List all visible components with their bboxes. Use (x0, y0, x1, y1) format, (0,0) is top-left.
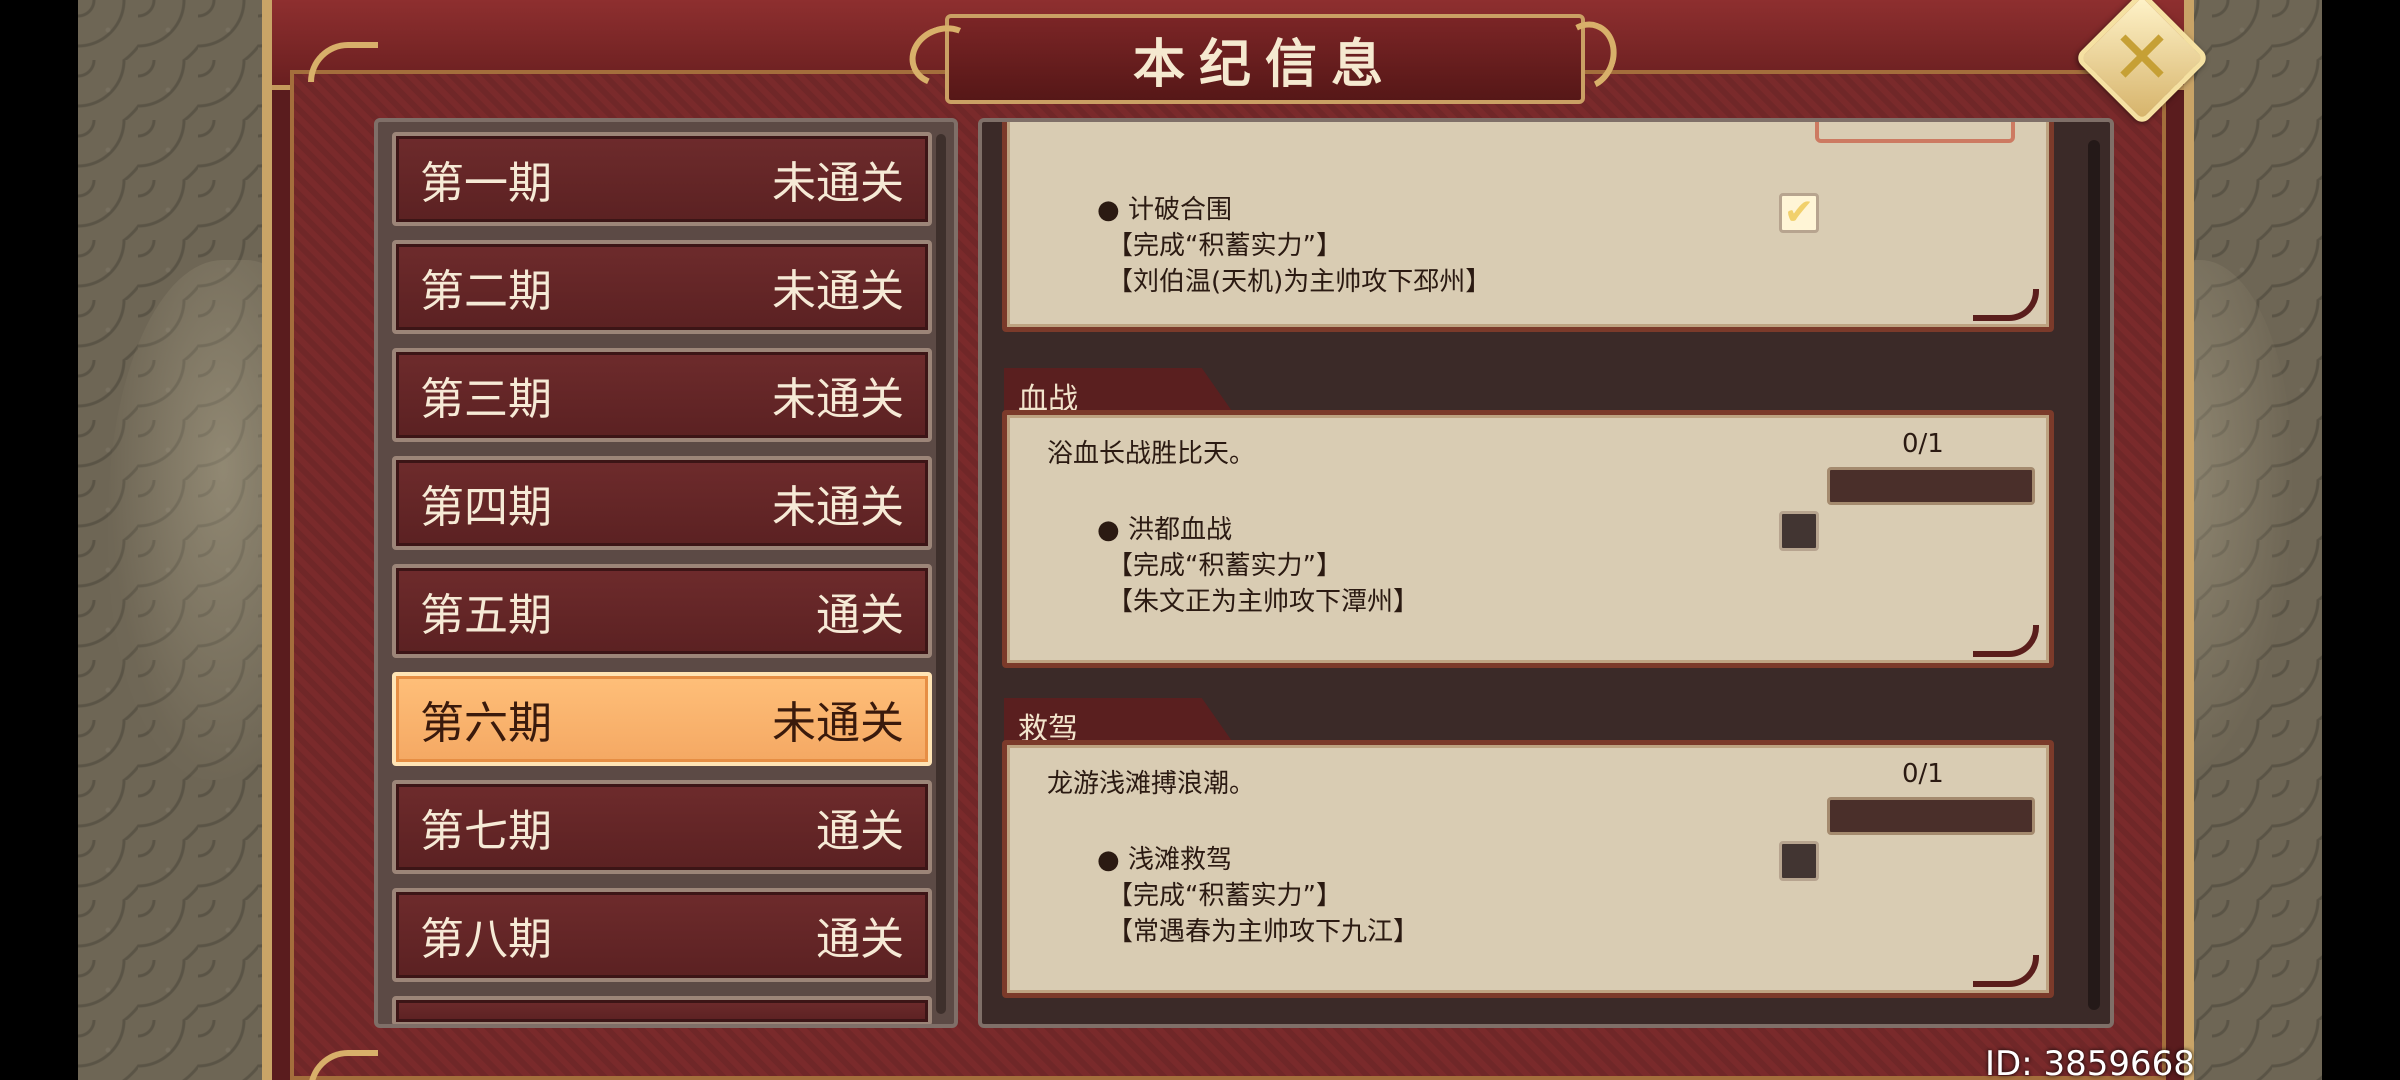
period-status: 通关 (816, 806, 904, 857)
period-name: 第五期 (420, 590, 552, 641)
period-item-9-partial[interactable] (392, 996, 932, 1024)
period-name: 第一期 (420, 158, 552, 209)
objective-checkbox-checked: ✔ (1779, 193, 1819, 233)
period-status: 未通关 (772, 698, 904, 749)
close-icon[interactable]: ✕ (2094, 10, 2190, 106)
task-card-1: ● 计破合围 【完成“积蓄实力”】 【刘伯温(天机)为主帅攻下邳州】 ✔ (1002, 122, 2054, 332)
player-id: ID: 3859668 (1985, 1044, 2195, 1080)
detail-scrollbar[interactable] (2088, 140, 2100, 1010)
objective-requirement: 【完成“积蓄实力”】 (1107, 231, 1342, 261)
objective-checkbox (1779, 511, 1819, 551)
period-item-2[interactable]: 第二期 未通关 (392, 240, 932, 334)
objective-bullet: ● 洪都血战 (1097, 515, 1232, 545)
objective-requirement: 【完成“积蓄实力”】 (1107, 551, 1342, 581)
objective-requirement: 【刘伯温(天机)为主帅攻下邳州】 (1107, 267, 1492, 297)
progress-count: 0/1 (1902, 429, 1944, 459)
period-item-4[interactable]: 第四期 未通关 (392, 456, 932, 550)
tab-rescue: 救驾 (1004, 698, 1234, 744)
objective-requirement: 【朱文正为主帅攻下潭州】 (1107, 587, 1420, 617)
period-status: 通关 (816, 590, 904, 641)
period-item-5[interactable]: 第五期 通关 (392, 564, 932, 658)
tab-blood-battle: 血战 (1004, 368, 1234, 414)
period-name: 第六期 (420, 698, 552, 749)
period-status: 未通关 (772, 158, 904, 209)
period-list-scroll[interactable]: 第一期 未通关 第二期 未通关 第三期 未通关 第四期 未通关 第五期 通关 第… (392, 132, 932, 1024)
period-item-1[interactable]: 第一期 未通关 (392, 132, 932, 226)
task-description: 浴血长战胜比天。 (1047, 439, 1256, 469)
period-item-7[interactable]: 第七期 通关 (392, 780, 932, 874)
period-item-3[interactable]: 第三期 未通关 (392, 348, 932, 442)
title-plaque: 本纪信息 (900, 12, 1627, 104)
period-item-8[interactable]: 第八期 通关 (392, 888, 932, 982)
period-item-6-selected[interactable]: 第六期 未通关 (392, 672, 932, 766)
period-name: 第三期 (420, 374, 552, 425)
progress-bar (1827, 467, 2035, 505)
progress-count: 0/1 (1902, 759, 1944, 789)
period-status: 未通关 (772, 482, 904, 533)
completed-stamp-icon (1815, 122, 2015, 143)
page-title: 本纪信息 (1132, 34, 1397, 95)
progress-bar (1827, 797, 2035, 835)
objective-requirement: 【常遇春为主帅攻下九江】 (1107, 917, 1420, 947)
period-name: 第二期 (420, 266, 552, 317)
objective-checkbox (1779, 841, 1819, 881)
task-description: 龙游浅滩搏浪潮。 (1047, 769, 1256, 799)
period-name: 第七期 (420, 806, 552, 857)
objective-bullet: ● 计破合围 (1097, 195, 1232, 225)
period-status: 通关 (816, 914, 904, 965)
objective-bullet: ● 浅滩救驾 (1097, 845, 1232, 875)
period-status: 未通关 (772, 266, 904, 317)
task-card-3: 龙游浅滩搏浪潮。 0/1 ● 浅滩救驾 【完成“积蓄实力”】 【常遇春为主帅攻下… (1002, 740, 2054, 998)
task-card-2: 浴血长战胜比天。 0/1 ● 洪都血战 【完成“积蓄实力”】 【朱文正为主帅攻下… (1002, 410, 2054, 668)
period-name: 第四期 (420, 482, 552, 533)
period-status: 未通关 (772, 374, 904, 425)
objective-requirement: 【完成“积蓄实力”】 (1107, 881, 1342, 911)
task-detail-panel[interactable]: ● 计破合围 【完成“积蓄实力”】 【刘伯温(天机)为主帅攻下邳州】 ✔ 血战 … (978, 118, 2114, 1028)
period-list[interactable]: 第一期 未通关 第二期 未通关 第三期 未通关 第四期 未通关 第五期 通关 第… (374, 118, 958, 1028)
period-name: 第八期 (420, 914, 552, 965)
list-scrollbar[interactable] (936, 134, 946, 1014)
